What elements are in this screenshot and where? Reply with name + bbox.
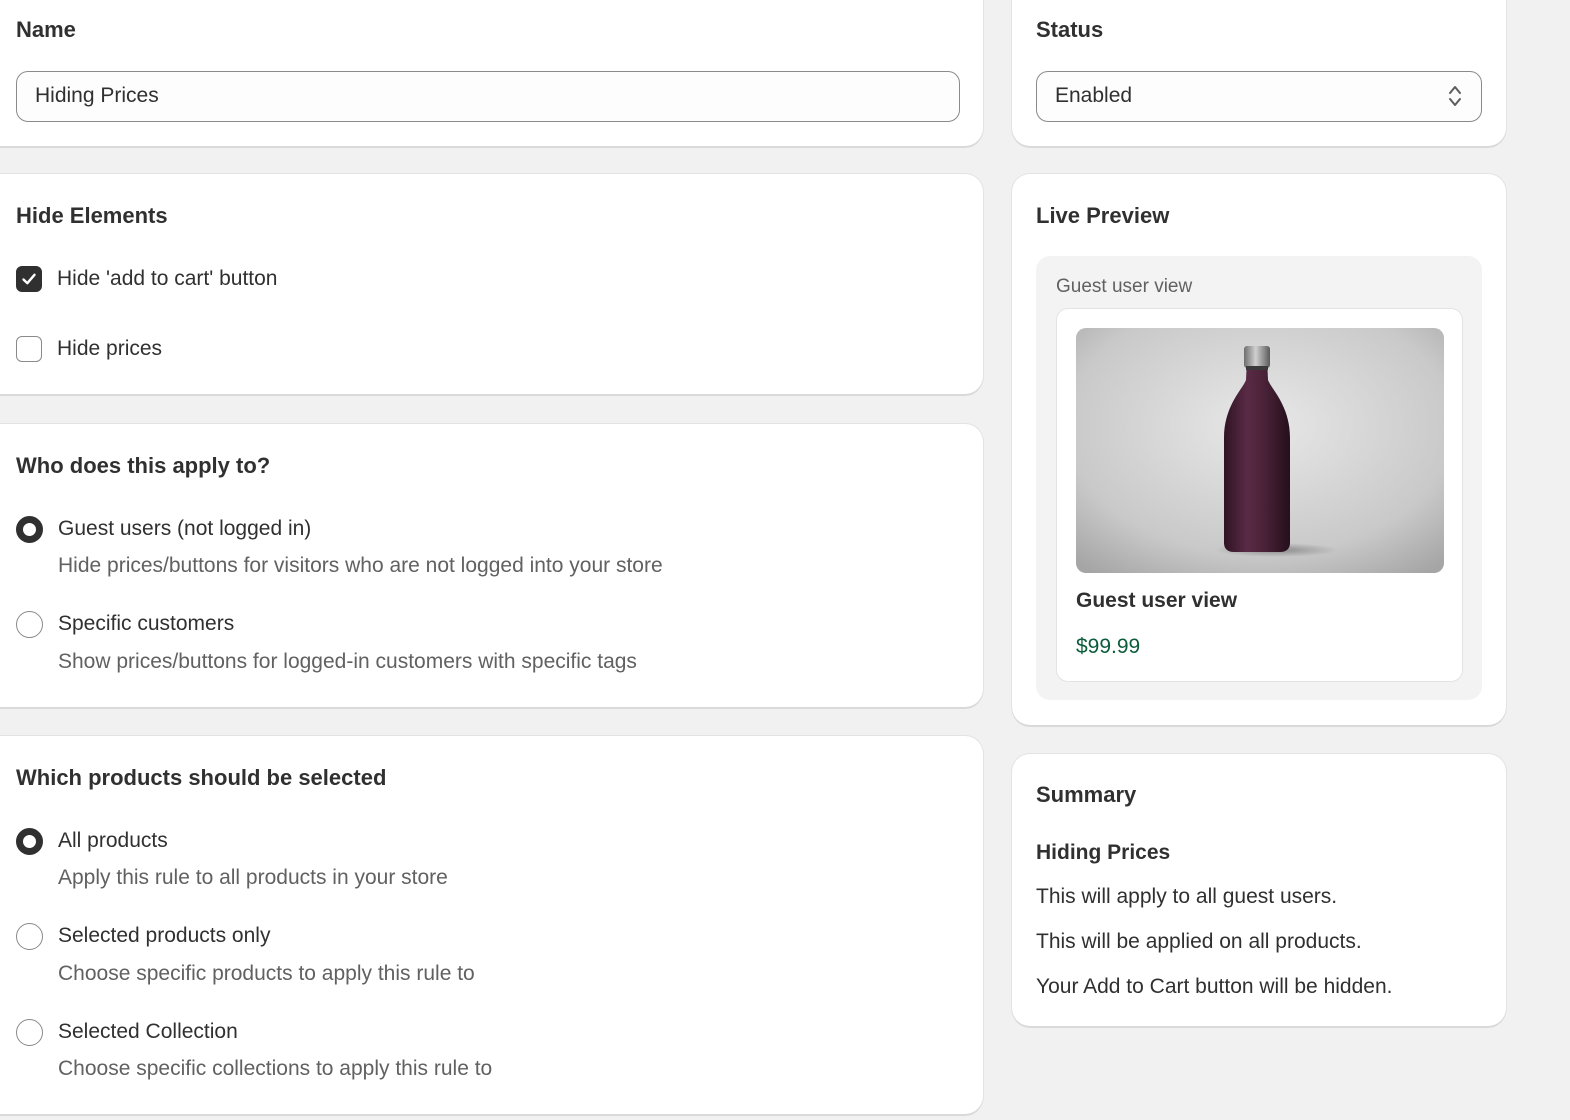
- selected-collection-option[interactable]: Selected Collection: [16, 1018, 238, 1046]
- apply-to-card: Who does this apply to? Guest users (not…: [0, 424, 983, 707]
- guest-users-help: Hide prices/buttons for visitors who are…: [58, 554, 663, 577]
- all-products-label: All products: [58, 829, 168, 852]
- all-products-radio[interactable]: [16, 827, 43, 855]
- guest-users-radio[interactable]: [16, 515, 43, 543]
- selected-collection-label: Selected Collection: [58, 1020, 238, 1043]
- status-card: Status Enabled: [1012, 0, 1506, 146]
- hide-prices-label: Hide prices: [57, 337, 163, 360]
- hide-prices-checkbox[interactable]: [16, 336, 42, 362]
- apply-to-title: Who does this apply to?: [16, 453, 271, 478]
- live-preview-title: Live Preview: [1036, 203, 1170, 228]
- name-input[interactable]: Hiding Prices: [16, 71, 960, 122]
- hide-add-to-cart-checkbox[interactable]: [16, 266, 42, 292]
- bottle-image: [1076, 328, 1444, 573]
- summary-title: Summary: [1036, 782, 1137, 807]
- guest-users-label: Guest users (not logged in): [58, 517, 312, 540]
- selected-products-label: Selected products only: [58, 924, 271, 947]
- summary-card: Summary Hiding Prices This will apply to…: [1012, 754, 1506, 1026]
- summary-line-3: Your Add to Cart button will be hidden.: [1036, 975, 1393, 998]
- selected-products-radio[interactable]: [16, 922, 43, 950]
- preview-product-card: Guest user view $99.99: [1056, 308, 1463, 682]
- products-card: Which products should be selected All pr…: [0, 736, 983, 1114]
- name-card: Name Hiding Prices: [0, 0, 983, 146]
- products-title: Which products should be selected: [16, 765, 387, 790]
- selected-products-option[interactable]: Selected products only: [16, 922, 270, 950]
- selected-products-help: Choose specific products to apply this r…: [58, 962, 475, 985]
- hide-add-to-cart-label: Hide 'add to cart' button: [57, 267, 278, 290]
- selected-collection-radio[interactable]: [16, 1018, 43, 1046]
- selected-collection-help: Choose specific collections to apply thi…: [58, 1057, 493, 1080]
- hide-elements-title: Hide Elements: [16, 203, 168, 228]
- guest-users-option[interactable]: Guest users (not logged in): [16, 515, 311, 543]
- status-select-value: Enabled: [1055, 84, 1133, 107]
- name-card-title: Name: [16, 17, 76, 42]
- status-select[interactable]: Enabled: [1036, 71, 1482, 122]
- chevron-up-down-icon: [1449, 86, 1461, 106]
- hide-add-to-cart-option[interactable]: Hide 'add to cart' button: [16, 265, 278, 293]
- specific-customers-option[interactable]: Specific customers: [16, 610, 234, 638]
- all-products-option[interactable]: All products: [16, 827, 168, 855]
- specific-customers-radio[interactable]: [16, 610, 43, 638]
- preview-product-price: $99.99: [1076, 635, 1141, 658]
- hide-prices-option[interactable]: Hide prices: [16, 335, 162, 363]
- status-card-title: Status: [1036, 17, 1104, 42]
- specific-customers-label: Specific customers: [58, 612, 235, 635]
- live-preview-card: Live Preview Guest user view Guest user …: [1012, 174, 1506, 725]
- preview-view-label: Guest user view: [1056, 276, 1193, 297]
- preview-product-title: Guest user view: [1076, 589, 1238, 612]
- all-products-help: Apply this rule to all products in your …: [58, 866, 448, 889]
- summary-line-1: This will apply to all guest users.: [1036, 885, 1338, 908]
- preview-area: Guest user view Guest user view $99.99: [1036, 256, 1482, 700]
- hide-elements-card: Hide Elements Hide 'add to cart' button …: [0, 174, 983, 394]
- summary-rule-name: Hiding Prices: [1036, 841, 1171, 864]
- specific-customers-help: Show prices/buttons for logged-in custom…: [58, 650, 637, 673]
- product-image: [1076, 328, 1444, 573]
- summary-line-2: This will be applied on all products.: [1036, 930, 1362, 953]
- checkmark-icon: [22, 273, 36, 285]
